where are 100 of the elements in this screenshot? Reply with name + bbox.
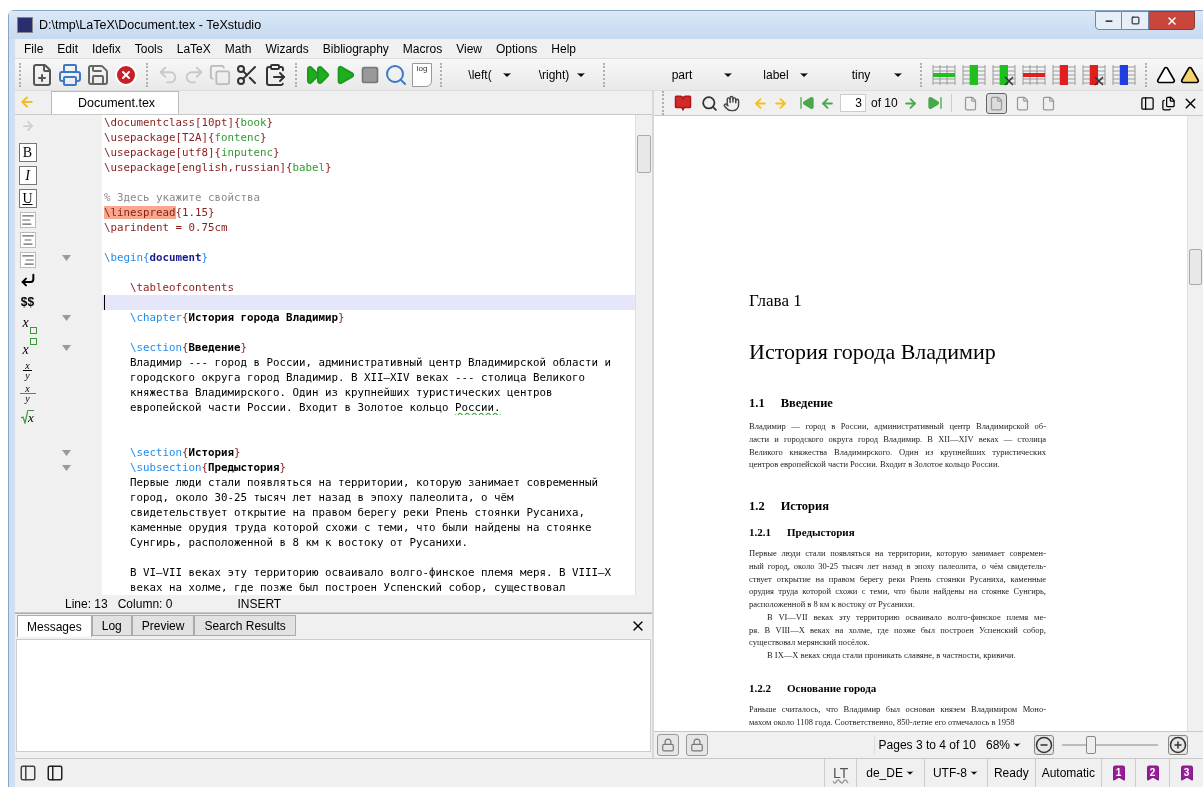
log-button[interactable]: log <box>412 62 432 87</box>
paragraph: Раньше считалось, что Владимир был основан князем Владимиром Моно- махом около 1108 года. Соответственно, 850-летие его отмечалось в 1958 <box>749 703 1046 729</box>
search-icon[interactable] <box>701 94 718 112</box>
minimize-button[interactable] <box>1095 11 1122 30</box>
fold-arrow-icon[interactable] <box>62 464 71 471</box>
menu-item[interactable]: Help <box>544 39 584 58</box>
superscript-button[interactable]: x <box>18 338 37 357</box>
panel-tab[interactable]: Preview <box>131 615 195 636</box>
toolbar-dropdown[interactable]: label <box>746 62 818 87</box>
scrollbar-thumb[interactable] <box>637 135 651 173</box>
math-mode-button[interactable]: $$ <box>18 292 37 311</box>
save-icon[interactable] <box>86 62 110 87</box>
panel-icon[interactable] <box>1140 95 1155 111</box>
document-tab[interactable]: Document.tex <box>51 91 179 114</box>
panel-tab[interactable]: Log <box>91 615 132 636</box>
italic-button[interactable]: I <box>18 166 37 185</box>
menu-item[interactable]: Idefix <box>85 39 128 58</box>
caret-icon <box>968 768 979 778</box>
section-number: 1.1 <box>749 394 765 412</box>
menu-item[interactable]: Options <box>489 39 545 58</box>
zoom-dropdown[interactable]: 68% <box>985 736 1022 754</box>
stop-icon[interactable] <box>360 64 380 85</box>
toolbar-dropdown[interactable]: \left( <box>451 62 521 87</box>
toolbar-dropdown[interactable]: part <box>634 62 742 87</box>
encoding-dropdown[interactable]: UTF-8 <box>923 759 987 787</box>
view-mode-button[interactable] <box>985 92 1007 114</box>
hand-icon[interactable] <box>723 94 740 112</box>
fold-arrow-icon[interactable] <box>62 344 71 351</box>
fold-arrow-icon[interactable] <box>62 449 71 456</box>
menu-item[interactable]: View <box>449 39 489 58</box>
close-document-icon[interactable] <box>114 62 138 87</box>
zoom-slider[interactable] <box>1062 735 1158 755</box>
language-dropdown[interactable]: de_DE <box>856 759 924 787</box>
triangle-arrow-icon[interactable] <box>1156 64 1176 85</box>
paste-icon[interactable] <box>263 62 287 87</box>
align-center-icon[interactable] <box>19 232 36 248</box>
align-left-icon[interactable] <box>19 212 36 228</box>
spell-check-button[interactable]: LT <box>823 759 857 787</box>
menu-item[interactable]: LaTeX <box>169 39 218 58</box>
menu-item[interactable]: Macros <box>395 39 450 58</box>
new-file-icon[interactable] <box>30 62 54 87</box>
triangle-arrow-icon[interactable] <box>1180 64 1200 85</box>
table-remove-column-icon[interactable] <box>1051 62 1077 87</box>
windows-icon[interactable] <box>1161 95 1176 111</box>
page-number-field[interactable]: 3 <box>840 94 866 112</box>
menu-item[interactable]: Wizards <box>258 39 316 58</box>
table-cut-column-icon[interactable] <box>1081 62 1107 87</box>
chapter-label: Глава 1 <box>749 290 802 312</box>
scrollbar-thumb[interactable] <box>1189 249 1202 285</box>
previous-page-icon[interactable] <box>820 95 835 111</box>
menu-item[interactable]: File <box>17 39 51 58</box>
line-indicator: Line: 13 <box>65 595 108 613</box>
table-add-row-icon[interactable] <box>931 62 957 87</box>
fold-arrow-icon[interactable] <box>62 314 71 321</box>
menu-item[interactable]: Math <box>217 39 259 58</box>
bookmark-button[interactable]: 1 <box>1101 759 1135 787</box>
paragraph: В IX—X веках сюда стали проникать славяне, в частности, кривичи. <box>766 648 1017 662</box>
scrollbar[interactable] <box>1187 116 1203 731</box>
table-remove-row-icon[interactable] <box>1021 62 1047 87</box>
maximize-button[interactable] <box>1122 11 1149 30</box>
section-number: 1.2 <box>749 498 765 516</box>
caret-icon <box>904 768 915 778</box>
slider-thumb[interactable] <box>1085 736 1096 754</box>
toolbar-dropdown[interactable]: tiny <box>822 62 912 87</box>
zoom-in-icon[interactable] <box>1168 735 1188 755</box>
square-root-button[interactable]: x <box>18 407 37 426</box>
menu-item[interactable]: Edit <box>50 39 86 58</box>
lock-button[interactable] <box>657 734 679 756</box>
next-page-icon[interactable] <box>902 95 918 111</box>
menu-item[interactable]: Bibliography <box>315 39 396 58</box>
messages-panel-icon[interactable] <box>46 764 64 782</box>
paragraph: В VI—VII веках эту территорию осваивало волго-финское племя ме- ря. В VIII—X веках на холме, где позже был построен Успенский собор, существовал мерянский посёлок. <box>749 610 1046 649</box>
bookmark-button[interactable]: 2 <box>1135 759 1169 787</box>
text-cursor <box>104 295 105 310</box>
lock-button[interactable] <box>686 734 708 756</box>
structure-panel-icon[interactable] <box>19 764 37 782</box>
view-search-icon[interactable] <box>384 62 408 87</box>
table-align-icon[interactable] <box>1111 62 1137 87</box>
toolbar-dropdown[interactable]: \right) <box>525 62 595 87</box>
fraction-button[interactable]: x y <box>18 384 37 403</box>
fold-arrow-icon[interactable] <box>62 254 71 261</box>
panel-tab[interactable]: Messages <box>17 615 92 637</box>
menu-item[interactable]: Tools <box>127 39 170 58</box>
bookmark-button[interactable]: 3 <box>1169 759 1203 787</box>
subscript-button[interactable]: x <box>18 315 37 334</box>
bold-button[interactable]: B <box>18 143 37 162</box>
last-page-icon[interactable] <box>926 95 943 111</box>
scissors-icon[interactable] <box>235 62 259 87</box>
table-column-icon[interactable] <box>991 62 1017 87</box>
close-button[interactable] <box>1149 11 1195 30</box>
page-icon <box>962 95 978 111</box>
zoom-out-icon[interactable] <box>1034 735 1054 755</box>
book-icon[interactable] <box>674 94 692 112</box>
printer-icon[interactable] <box>58 62 82 87</box>
first-page-icon[interactable] <box>799 95 815 111</box>
scrollbar[interactable] <box>635 115 652 595</box>
fraction-button[interactable]: x y <box>18 361 37 380</box>
panel-tab[interactable]: Search Results <box>194 615 296 636</box>
newline-icon[interactable] <box>19 272 36 288</box>
underline-button[interactable]: U <box>18 189 37 208</box>
